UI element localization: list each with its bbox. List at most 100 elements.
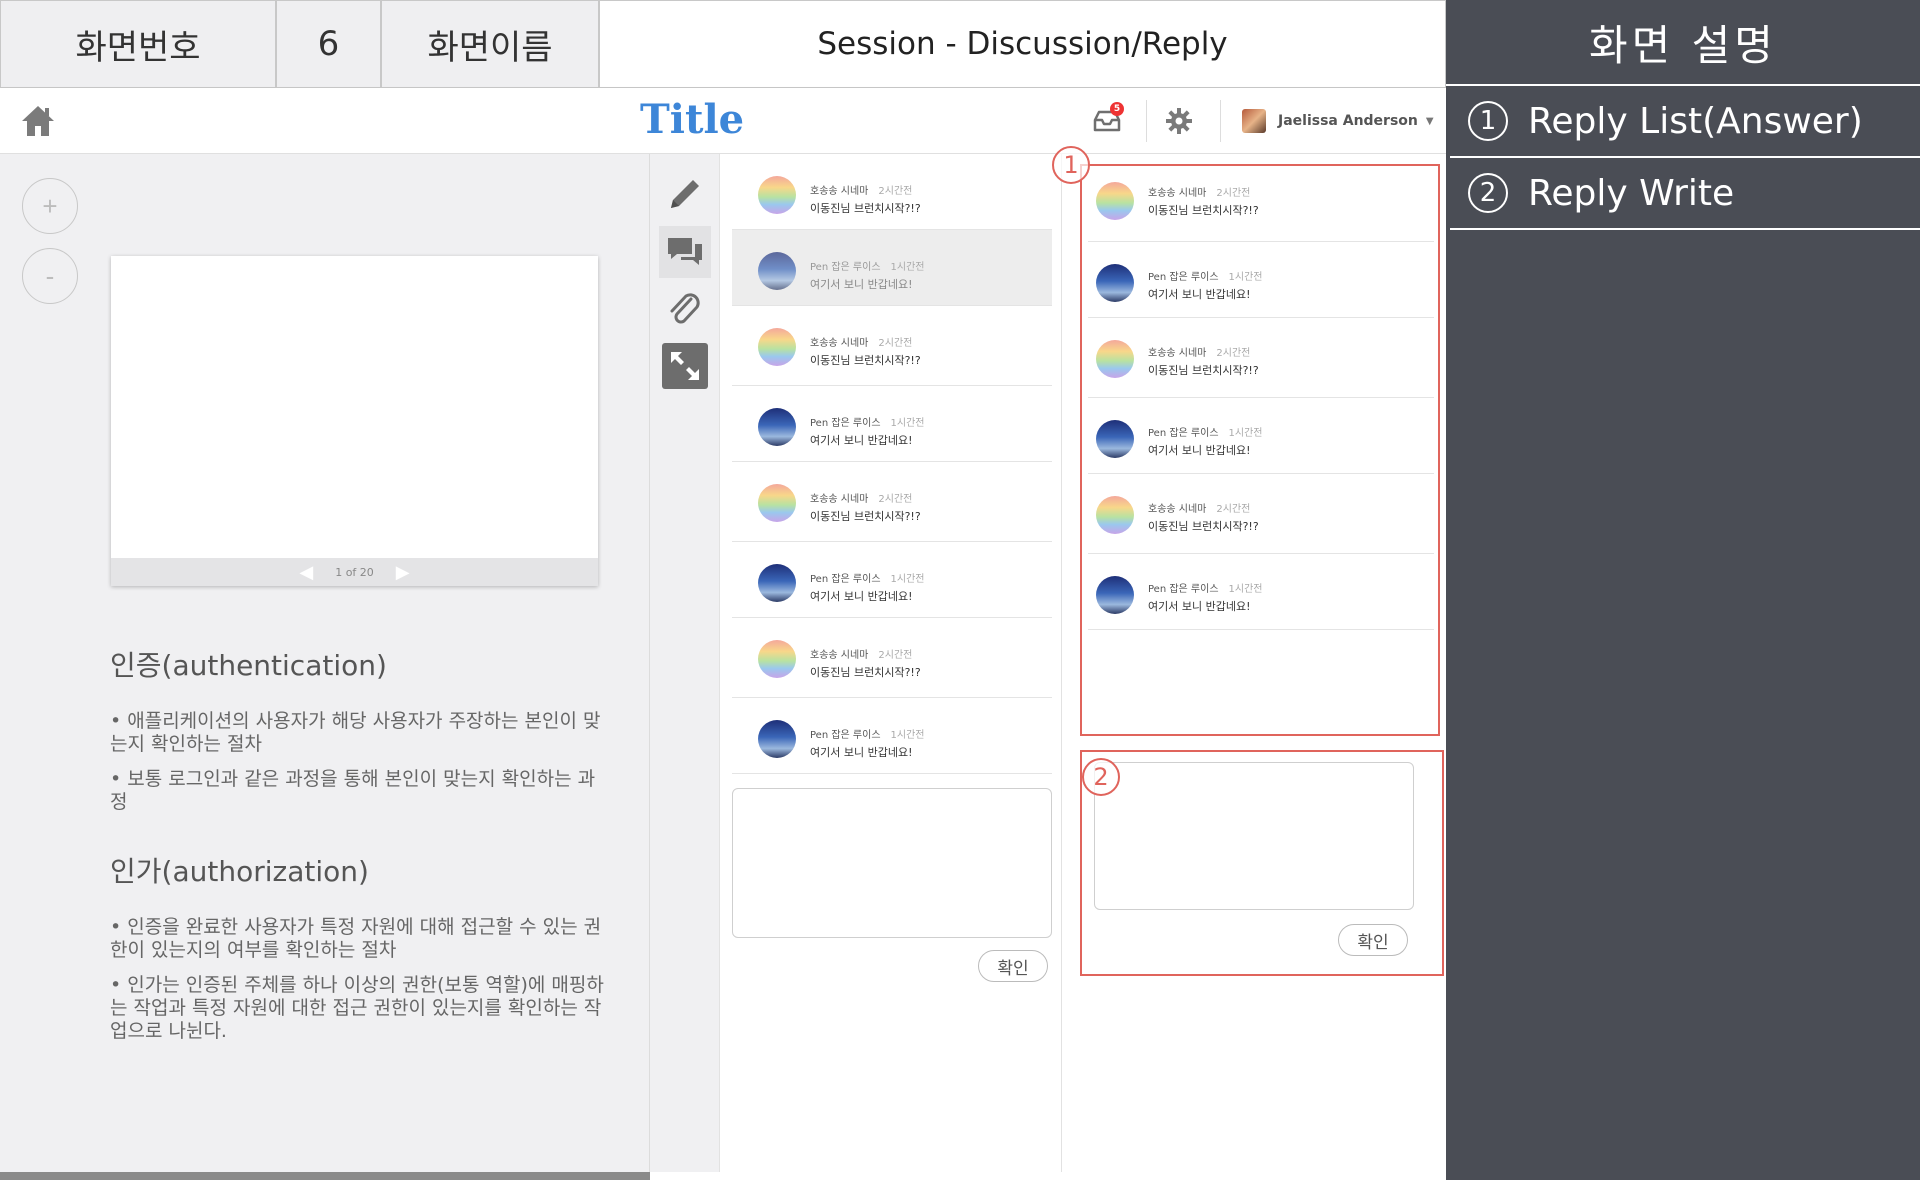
list-item[interactable]: 호송송 시네마 2시간전 이동진님 브런치시작?!?: [732, 154, 1052, 230]
screen-name: Session - Discussion/Reply: [599, 0, 1446, 88]
message-text: 여기서 보니 반갑네요!: [810, 590, 913, 603]
section-paragraph: • 인가는 인증된 주체를 하나 이상의 권한(보통 역할)에 매핑하는 작업과…: [110, 974, 604, 1042]
avatar: [1096, 576, 1134, 614]
message-text: 이동진님 브런치시작?!?: [1148, 520, 1259, 533]
message-time: 2시간전: [1216, 504, 1251, 515]
reply-write: 확인: [1080, 750, 1444, 976]
message-meta: Pen 잡은 루이스 1시간전: [1148, 580, 1263, 595]
avatar: [1096, 420, 1134, 458]
message-time: 2시간전: [878, 650, 913, 661]
description-item-reply-write: 2 Reply Write: [1450, 156, 1920, 230]
user-menu[interactable]: Jaelissa Anderson ▼: [1242, 106, 1434, 136]
avatar: [1096, 264, 1134, 302]
message-time: 1시간전: [890, 418, 925, 429]
annotation-marker-2: 2: [1082, 758, 1120, 796]
gear-icon[interactable]: [1166, 108, 1192, 134]
description-title: 화면 설명: [1446, 0, 1920, 86]
section-paragraph: • 애플리케이션의 사용자가 해당 사용자가 주장하는 본인이 맞는지 확인하는…: [110, 710, 601, 755]
chevron-down-icon: ▼: [1425, 115, 1434, 127]
app-title: Title: [640, 96, 745, 143]
message-author: Pen 잡은 루이스: [1148, 272, 1219, 283]
message-time: 2시간전: [878, 338, 913, 349]
next-page-icon[interactable]: ▶: [396, 562, 410, 583]
list-item[interactable]: 호송송 시네마 2시간전 이동진님 브런치시작?!?: [1088, 318, 1434, 398]
page-indicator: 1 of 20: [335, 565, 374, 579]
list-item[interactable]: Pen 잡은 루이스 1시간전 여기서 보니 반갑네요!: [732, 542, 1052, 618]
tool-strip: [650, 154, 720, 1172]
message-author: 호송송 시네마: [1148, 504, 1207, 515]
message-meta: 호송송 시네마 2시간전: [810, 334, 912, 349]
message-text: 여기서 보니 반갑네요!: [1148, 444, 1251, 457]
message-text: 이동진님 브런치시작?!?: [810, 666, 921, 679]
avatar: [1096, 496, 1134, 534]
message-time: 1시간전: [1228, 428, 1263, 439]
section-paragraph: • 인증을 완료한 사용자가 특정 자원에 대해 접근할 수 있는 권한이 있는…: [110, 916, 602, 961]
description-item-reply-list: 1 Reply List(Answer): [1450, 84, 1920, 158]
topbar-divider: [1146, 100, 1147, 142]
description-label: Reply Write: [1528, 172, 1735, 214]
list-item[interactable]: 호송송 시네마 2시간전 이동진님 브런치시작?!?: [1088, 474, 1434, 554]
pencil-icon[interactable]: [659, 168, 711, 220]
avatar: [758, 640, 796, 678]
message-time: 1시간전: [890, 262, 925, 273]
list-item[interactable]: Pen 잡은 루이스 1시간전 여기서 보니 반갑네요!: [732, 698, 1052, 774]
message-meta: 호송송 시네마 2시간전: [810, 182, 912, 197]
screen-no: 6: [276, 0, 381, 88]
zoom-out-button[interactable]: -: [22, 248, 78, 304]
message-text: 이동진님 브런치시작?!?: [810, 510, 921, 523]
spec-header: 화면번호 6 화면이름 Session - Discussion/Reply: [0, 0, 1446, 88]
message-meta: 호송송 시네마 2시간전: [1148, 184, 1250, 199]
message-time: 1시간전: [890, 730, 925, 741]
message-meta: 호송송 시네마 2시간전: [810, 490, 912, 505]
list-item[interactable]: 호송송 시네마 2시간전 이동진님 브런치시작?!?: [1088, 166, 1434, 242]
message-author: Pen 잡은 루이스: [1148, 428, 1219, 439]
list-item[interactable]: 호송송 시네마 2시간전 이동진님 브런치시작?!?: [732, 618, 1052, 698]
message-meta: Pen 잡은 루이스 1시간전: [810, 570, 925, 585]
list-item[interactable]: Pen 잡은 루이스 1시간전 여기서 보니 반갑네요!: [1088, 398, 1434, 474]
message-meta: 호송송 시네마 2시간전: [1148, 500, 1250, 515]
list-item[interactable]: Pen 잡은 루이스 1시간전 여기서 보니 반갑네요!: [1088, 554, 1434, 630]
message-meta: Pen 잡은 루이스 1시간전: [810, 414, 925, 429]
avatar: [758, 176, 796, 214]
message-time: 1시간전: [1228, 584, 1263, 595]
avatar: [758, 564, 796, 602]
discussion-confirm-button[interactable]: 확인: [978, 950, 1048, 982]
expand-icon[interactable]: [659, 340, 711, 392]
paperclip-icon[interactable]: [659, 284, 711, 336]
home-icon[interactable]: [20, 104, 56, 138]
message-text: 여기서 보니 반갑네요!: [1148, 288, 1251, 301]
list-item[interactable]: Pen 잡은 루이스 1시간전 여기서 보니 반갑네요!: [732, 230, 1052, 306]
slide-preview: ◀ 1 of 20 ▶: [111, 256, 598, 586]
user-name: Jaelissa Anderson: [1278, 113, 1418, 129]
zoom-in-button[interactable]: +: [22, 178, 78, 234]
message-author: Pen 잡은 루이스: [810, 730, 881, 741]
section-heading: 인증(authentication): [110, 649, 387, 682]
reply-confirm-button[interactable]: 확인: [1338, 924, 1408, 956]
message-author: Pen 잡은 루이스: [810, 574, 881, 585]
list-item[interactable]: Pen 잡은 루이스 1시간전 여기서 보니 반갑네요!: [1088, 242, 1434, 318]
message-author: Pen 잡은 루이스: [1148, 584, 1219, 595]
message-meta: Pen 잡은 루이스 1시간전: [1148, 268, 1263, 283]
message-text: 이동진님 브런치시작?!?: [810, 202, 921, 215]
message-meta: 호송송 시네마 2시간전: [1148, 344, 1250, 359]
list-item[interactable]: 호송송 시네마 2시간전 이동진님 브런치시작?!?: [732, 462, 1052, 542]
screen-name-label: 화면이름: [381, 0, 599, 88]
list-item[interactable]: Pen 잡은 루이스 1시간전 여기서 보니 반갑네요!: [732, 386, 1052, 462]
reply-column: 호송송 시네마 2시간전 이동진님 브런치시작?!? Pen 잡은 루이스 1시간전…: [1052, 146, 1446, 1172]
section-paragraph: • 보통 로그인과 같은 과정을 통해 본인이 맞는지 확인하는 과정: [110, 768, 596, 813]
message-author: Pen 잡은 루이스: [810, 418, 881, 429]
list-item[interactable]: 호송송 시네마 2시간전 이동진님 브런치시작?!?: [732, 306, 1052, 386]
prev-page-icon[interactable]: ◀: [299, 562, 313, 583]
chat-icon[interactable]: [659, 226, 711, 278]
message-time: 2시간전: [878, 186, 913, 197]
description-panel: 화면 설명 1 Reply List(Answer) 2 Reply Write: [1446, 0, 1920, 1180]
message-meta: Pen 잡은 루이스 1시간전: [810, 726, 925, 741]
app-frame: Title 5 Jaelissa Anderson ▼ + - ◀ 1 of 2…: [0, 88, 1446, 1180]
avatar: [758, 408, 796, 446]
message-text: 이동진님 브런치시작?!?: [1148, 204, 1259, 217]
message-time: 2시간전: [1216, 188, 1251, 199]
reply-write-input[interactable]: [1094, 762, 1414, 910]
discussion-write-input[interactable]: [732, 788, 1052, 938]
section-heading: 인가(authorization): [110, 855, 369, 888]
document-viewer: + - ◀ 1 of 20 ▶ 인증(authentication) • 애플리…: [0, 154, 650, 1172]
